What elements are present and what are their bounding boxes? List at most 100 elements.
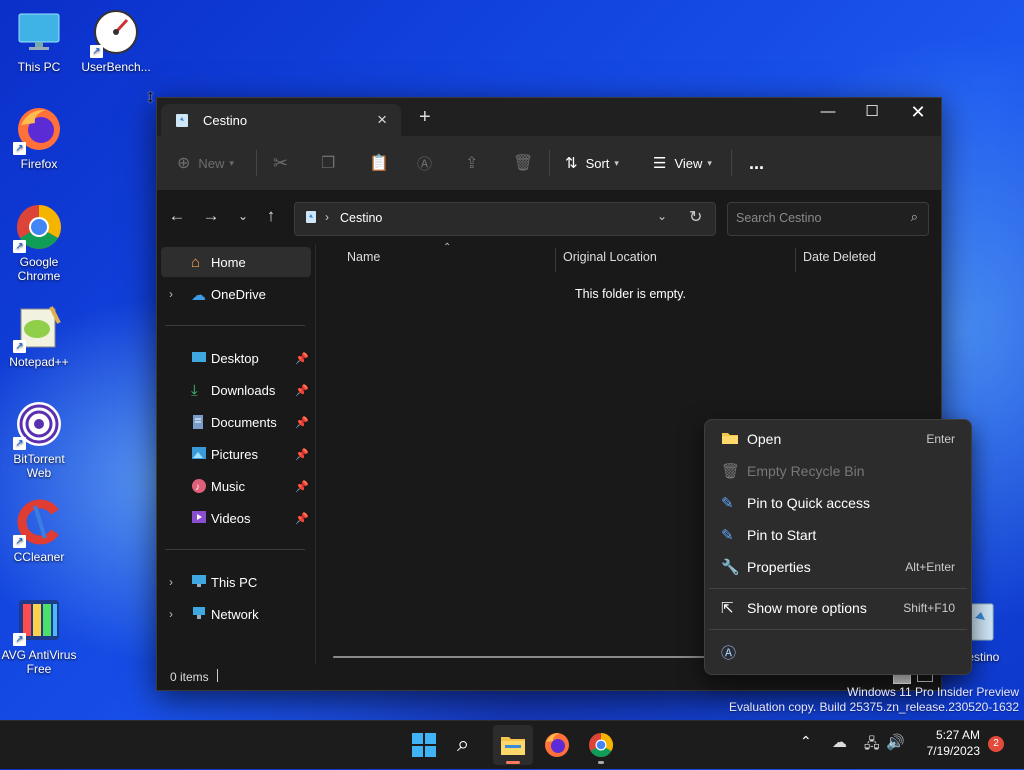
pin-icon[interactable]: 📌 xyxy=(295,448,309,461)
menu-item-empty-recycle-bin[interactable]: 🗑 Empty Recycle Bin xyxy=(709,455,967,487)
rename-button[interactable]: Ⓐ xyxy=(417,136,432,190)
sidebar-item-onedrive[interactable]: › ☁ OneDrive xyxy=(161,279,311,309)
menu-item-rename[interactable]: Ⓐ xyxy=(709,635,967,667)
title-bar: Cestino × + — ☐ ✕ xyxy=(157,98,941,136)
chevron-right-icon[interactable]: › xyxy=(169,287,173,301)
pin-icon: ✎ xyxy=(721,527,734,544)
search-input[interactable]: Search Cestino xyxy=(736,211,821,225)
chevron-right-icon[interactable]: › xyxy=(169,607,173,621)
pin-icon[interactable]: 📌 xyxy=(295,512,309,525)
new-button[interactable]: ⊕ New ▾ xyxy=(177,136,234,190)
up-button[interactable]: ↑ xyxy=(257,203,285,229)
address-history-icon[interactable]: ⌄ xyxy=(657,209,667,223)
minimize-button[interactable]: — xyxy=(805,98,851,128)
onedrive-offline-icon[interactable]: ☁ xyxy=(832,733,847,751)
column-header-original-location[interactable]: Original Location xyxy=(563,250,657,264)
desktop-icon-notepadpp[interactable]: ↗ Notepad++ xyxy=(0,303,78,369)
forward-button[interactable]: → xyxy=(197,203,225,229)
menu-item-label: Empty Recycle Bin xyxy=(747,463,865,479)
pin-icon[interactable]: 📌 xyxy=(295,352,309,365)
desktop-icon-ccleaner[interactable]: ↗ CCleaner xyxy=(0,498,78,564)
more-options-button[interactable]: ... xyxy=(749,136,764,190)
start-button[interactable] xyxy=(404,725,444,765)
breadcrumb-cestino[interactable]: Cestino xyxy=(340,211,382,225)
sidebar-item-network[interactable]: › Network xyxy=(161,599,311,629)
chevron-down-icon: ▾ xyxy=(614,157,619,168)
menu-item-label: Open xyxy=(747,431,782,447)
resize-cursor-icon: ↕ xyxy=(146,86,155,106)
gauge-icon: ↗ xyxy=(90,8,140,58)
column-separator[interactable] xyxy=(795,248,796,272)
sidebar-item-label: Music xyxy=(211,478,245,494)
sidebar-item-label: Home xyxy=(211,254,246,270)
search-button[interactable]: ⌕ xyxy=(448,725,488,765)
desktop-icon-this-pc[interactable]: This PC xyxy=(0,8,78,74)
menu-item-open[interactable]: Open Enter xyxy=(709,423,967,455)
tab-cestino[interactable]: Cestino × xyxy=(161,104,401,136)
search-icon: ⌕ xyxy=(910,209,918,224)
taskbar-file-explorer[interactable] xyxy=(493,725,533,765)
network-icon[interactable]: 🖧 xyxy=(864,733,880,757)
column-separator[interactable] xyxy=(555,248,556,272)
chevron-right-icon[interactable]: › xyxy=(169,575,173,589)
copy-button[interactable]: ❐ xyxy=(321,136,335,190)
refresh-icon[interactable]: ↻ xyxy=(689,207,702,227)
taskbar-firefox[interactable] xyxy=(537,725,577,765)
sidebar-item-documents[interactable]: Documents 📌 xyxy=(161,407,311,437)
search-icon: ⌕ xyxy=(457,731,470,756)
shortcut-arrow-icon: ↗ xyxy=(13,142,26,155)
rename-icon: Ⓐ xyxy=(721,645,737,662)
sidebar-item-music[interactable]: ♪ Music 📌 xyxy=(161,471,311,501)
sidebar-item-home[interactable]: ⌂ Home xyxy=(161,247,311,277)
close-window-button[interactable]: ✕ xyxy=(895,98,941,128)
taskbar-chrome[interactable] xyxy=(581,725,621,765)
shortcut-arrow-icon: ↗ xyxy=(90,45,103,58)
sidebar-item-videos[interactable]: Videos 📌 xyxy=(161,503,311,533)
firefox-icon xyxy=(545,733,569,757)
pin-icon[interactable]: 📌 xyxy=(295,416,309,429)
menu-item-pin-quick-access[interactable]: ✎ Pin to Quick access xyxy=(709,487,967,519)
menu-item-pin-start[interactable]: ✎ Pin to Start xyxy=(709,519,967,551)
show-hidden-icons-chevron-icon[interactable]: ⌃ xyxy=(800,733,812,750)
sidebar-item-this-pc[interactable]: › This PC xyxy=(161,567,311,597)
pane-splitter[interactable] xyxy=(315,244,316,664)
sidebar-item-downloads[interactable]: ⤓ Downloads 📌 xyxy=(161,375,311,405)
delete-button[interactable]: 🗑 xyxy=(513,136,533,190)
shortcut-arrow-icon: ↗ xyxy=(13,340,26,353)
cut-button[interactable]: ✂ xyxy=(273,136,288,190)
notification-badge[interactable]: 2 xyxy=(988,736,1004,752)
network-icon xyxy=(191,606,207,622)
search-box[interactable]: Search Cestino ⌕ xyxy=(727,202,929,236)
back-button[interactable]: ← xyxy=(163,203,191,229)
desktop-icon-avg[interactable]: ↗ AVG AntiVirus Free xyxy=(0,596,78,676)
new-label: New xyxy=(198,155,225,171)
volume-icon[interactable]: 🔊 xyxy=(886,733,905,751)
desktop-icon-userbenchmark[interactable]: ↗ UserBench... xyxy=(77,8,155,74)
share-button[interactable]: ⇪ xyxy=(465,136,478,190)
desktop-icon-bittorrent[interactable]: ↗ BitTorrent Web xyxy=(0,400,78,480)
column-header-name[interactable]: Name xyxy=(347,250,380,264)
close-tab-icon[interactable]: × xyxy=(377,110,387,130)
sort-button[interactable]: ⇅ Sort ▾ xyxy=(565,136,619,190)
desktop-icon-label: AVG AntiVirus Free xyxy=(1,648,77,676)
new-tab-button[interactable]: + xyxy=(419,106,431,129)
recent-locations-button[interactable]: ⌄ xyxy=(229,203,257,229)
sidebar-item-desktop[interactable]: Desktop 📌 xyxy=(161,343,311,373)
pin-icon[interactable]: 📌 xyxy=(295,384,309,397)
toolbar-separator xyxy=(731,150,732,176)
desktop-icon-firefox[interactable]: ↗ Firefox xyxy=(0,105,78,171)
view-list-icon: ☰ xyxy=(653,155,667,172)
pin-icon[interactable]: 📌 xyxy=(295,480,309,493)
paste-button[interactable]: 📋 xyxy=(369,136,389,190)
view-button[interactable]: ☰ View ▾ xyxy=(653,136,712,190)
horizontal-scrollbar[interactable] xyxy=(333,656,713,658)
sidebar-item-pictures[interactable]: Pictures 📌 xyxy=(161,439,311,469)
menu-item-properties[interactable]: 🔧 Properties Alt+Enter xyxy=(709,551,967,583)
clock-date: 7/19/2023 xyxy=(926,744,980,758)
maximize-button[interactable]: ☐ xyxy=(849,98,895,128)
column-header-date-deleted[interactable]: Date Deleted xyxy=(803,250,876,264)
menu-item-show-more-options[interactable]: ⇱ Show more options Shift+F10 xyxy=(709,592,967,624)
address-bar[interactable]: › Cestino ⌄ ↻ xyxy=(294,202,716,236)
clock[interactable]: 5:27 AM 7/19/2023 xyxy=(916,727,980,759)
desktop-icon-chrome[interactable]: ↗ Google Chrome xyxy=(0,203,78,283)
